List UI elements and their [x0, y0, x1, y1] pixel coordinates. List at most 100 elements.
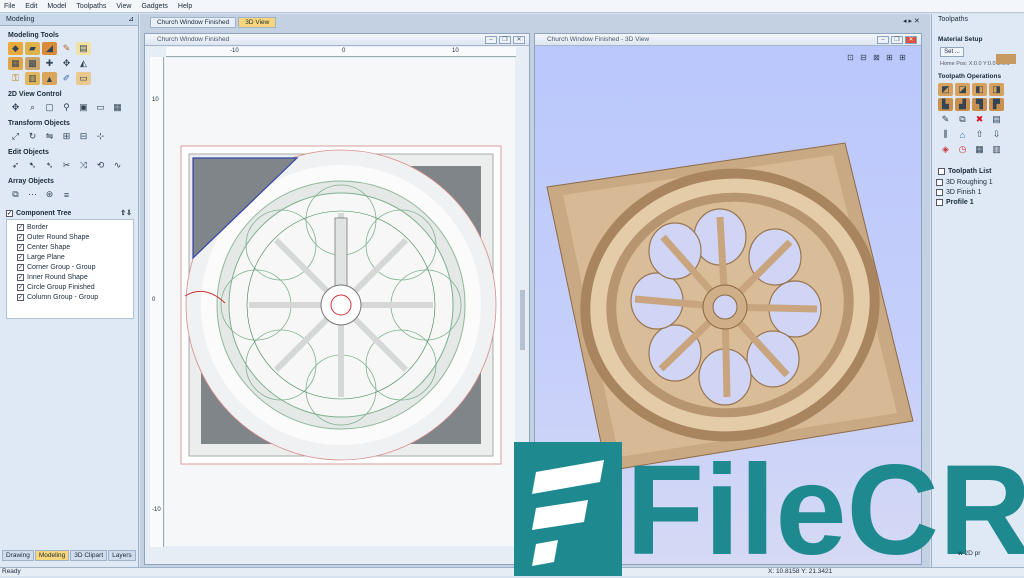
tree-item[interactable]: ✓ Center Shape: [7, 242, 133, 252]
join-icon[interactable]: ⤨: [76, 159, 91, 172]
page-icon[interactable]: ▭: [93, 101, 108, 114]
tree-item[interactable]: ✓ Outer Round Shape: [7, 232, 133, 242]
menu-gadgets[interactable]: Gadgets: [141, 3, 167, 10]
tree-item[interactable]: ✓ Corner Group - Group: [7, 262, 133, 272]
vcarve-toolpath-icon[interactable]: ◨: [989, 83, 1004, 96]
preview-label: w 2D pr: [958, 550, 981, 557]
3d-window-titlebar: Church Window Finished - 3D View – ❐ ✕: [535, 34, 921, 46]
pocket-toolpath-icon[interactable]: ◪: [955, 83, 970, 96]
toolpath-list-checkbox[interactable]: [938, 168, 945, 175]
node-edit-icon[interactable]: ➷: [25, 159, 40, 172]
home-icon[interactable]: ⌂: [955, 128, 970, 141]
set-button[interactable]: Set ...: [940, 47, 964, 57]
fade-icon[interactable]: ◭: [76, 57, 91, 70]
create-shape-icon[interactable]: ◆: [8, 42, 23, 55]
menu-toolpaths[interactable]: Toolpaths: [76, 3, 106, 10]
fit-view-icon[interactable]: ▣: [76, 101, 91, 114]
roughing-icon[interactable]: ▙: [938, 98, 953, 111]
trim-icon[interactable]: ✂: [59, 159, 74, 172]
timer-icon[interactable]: ◷: [955, 143, 970, 156]
move-up-icon[interactable]: ⇧⇩: [120, 209, 132, 217]
pan-icon[interactable]: ✥: [8, 101, 23, 114]
restore-icon[interactable]: ❐: [499, 36, 511, 44]
move-icon[interactable]: ✥: [59, 57, 74, 70]
mirror-icon[interactable]: ⇋: [42, 130, 57, 143]
fluting-icon[interactable]: ▜: [972, 98, 987, 111]
toolpath-item[interactable]: 3D Finish 1: [932, 187, 1024, 197]
save-toolpath-icon[interactable]: ▤: [989, 113, 1004, 126]
bake-icon[interactable]: ▥: [25, 72, 40, 85]
magnify-icon[interactable]: ⚲: [59, 101, 74, 114]
zoom-box-icon[interactable]: ▢: [42, 101, 57, 114]
menu-view[interactable]: View: [116, 3, 131, 10]
2d-canvas[interactable]: [165, 58, 515, 546]
menu-model[interactable]: Model: [47, 3, 66, 10]
finish-icon[interactable]: ▟: [955, 98, 970, 111]
2d-scrollbar[interactable]: [520, 290, 525, 350]
tree-toggle-checkbox[interactable]: ✓: [6, 209, 13, 217]
tab-modeling[interactable]: Modeling: [34, 550, 70, 561]
preview-icon[interactable]: ◈: [938, 143, 953, 156]
copy-toolpath-icon[interactable]: ⧉: [955, 113, 970, 126]
grid-icon[interactable]: ▦: [8, 57, 23, 70]
panel-title: Modeling ⊿: [0, 14, 138, 26]
texture-icon[interactable]: ▩: [25, 57, 40, 70]
tab-3d-view[interactable]: 3D View: [238, 17, 277, 28]
tab-drawing[interactable]: Drawing: [2, 550, 34, 561]
grid-view-icon[interactable]: ▦: [110, 101, 125, 114]
align-icon[interactable]: ⊟: [76, 130, 91, 143]
delete-toolpath-icon[interactable]: ✖: [972, 113, 987, 126]
weld-icon[interactable]: ✚: [42, 57, 57, 70]
array-icon[interactable]: ⋯: [25, 188, 40, 201]
minimize-icon[interactable]: –: [877, 36, 889, 44]
center-icon[interactable]: ⊹: [93, 130, 108, 143]
circular-array-icon[interactable]: ⊛: [42, 188, 57, 201]
minimize-icon[interactable]: –: [485, 36, 497, 44]
open-folder-icon[interactable]: ▰: [25, 42, 40, 55]
zoom-icon[interactable]: ⌕: [25, 101, 40, 114]
tree-item[interactable]: ✓ Border: [7, 222, 133, 232]
toolpath-item[interactable]: Profile 1: [932, 197, 1024, 207]
extrude-icon[interactable]: ◢: [42, 42, 57, 55]
nest-icon[interactable]: ≡: [59, 188, 74, 201]
close-icon[interactable]: ✕: [513, 36, 525, 44]
merge-icon[interactable]: ⇩: [989, 128, 1004, 141]
drill-toolpath-icon[interactable]: ◧: [972, 83, 987, 96]
key-icon[interactable]: ⚿: [8, 72, 23, 85]
tab-3d-clipart[interactable]: 3D Clipart: [70, 550, 108, 561]
size-icon[interactable]: ⊞: [59, 130, 74, 143]
doc-nav-icons[interactable]: ◂ ▸ ✕: [903, 17, 920, 25]
paint-icon[interactable]: ✐: [59, 72, 74, 85]
rotate-icon[interactable]: ↻: [25, 130, 40, 143]
tool-db-icon[interactable]: ⫼: [938, 128, 953, 141]
menu-help[interactable]: Help: [178, 3, 192, 10]
template-icon[interactable]: ▥: [989, 143, 1004, 156]
pin-icon[interactable]: ⊿: [128, 14, 134, 25]
scale-icon[interactable]: ⤢: [8, 130, 23, 143]
flatten-icon[interactable]: ▲: [42, 72, 57, 85]
clipart-icon[interactable]: ▤: [76, 42, 91, 55]
tab-church-window[interactable]: Church Window Finished: [150, 17, 237, 28]
sculpt-icon[interactable]: ✎: [59, 42, 74, 55]
tab-layers[interactable]: Layers: [108, 550, 136, 561]
summary-icon[interactable]: ▦: [972, 143, 987, 156]
smooth-icon[interactable]: ∿: [110, 159, 125, 172]
zero-icon[interactable]: ▭: [76, 72, 91, 85]
select-icon[interactable]: ➶: [8, 159, 23, 172]
menu-file[interactable]: File: [4, 3, 15, 10]
tree-item[interactable]: ✓ Large Plane: [7, 252, 133, 262]
close-icon[interactable]: ✕: [905, 36, 917, 44]
offset-icon[interactable]: ⟲: [93, 159, 108, 172]
toolpath-item[interactable]: 3D Roughing 1: [932, 177, 1024, 187]
tree-item[interactable]: ✓ Circle Group Finished: [7, 282, 133, 292]
texture-toolpath-icon[interactable]: ▛: [989, 98, 1004, 111]
menu-edit[interactable]: Edit: [25, 3, 37, 10]
up-icon[interactable]: ⇧: [972, 128, 987, 141]
tree-item[interactable]: ✓ Inner Round Shape: [7, 272, 133, 282]
restore-icon[interactable]: ❐: [891, 36, 903, 44]
copy-icon[interactable]: ⧉: [8, 188, 23, 201]
profile-toolpath-icon[interactable]: ◩: [938, 83, 953, 96]
transform-icon[interactable]: ➴: [42, 159, 57, 172]
edit-toolpath-icon[interactable]: ✎: [938, 113, 953, 126]
tree-item[interactable]: ✓ Column Group - Group: [7, 292, 133, 302]
